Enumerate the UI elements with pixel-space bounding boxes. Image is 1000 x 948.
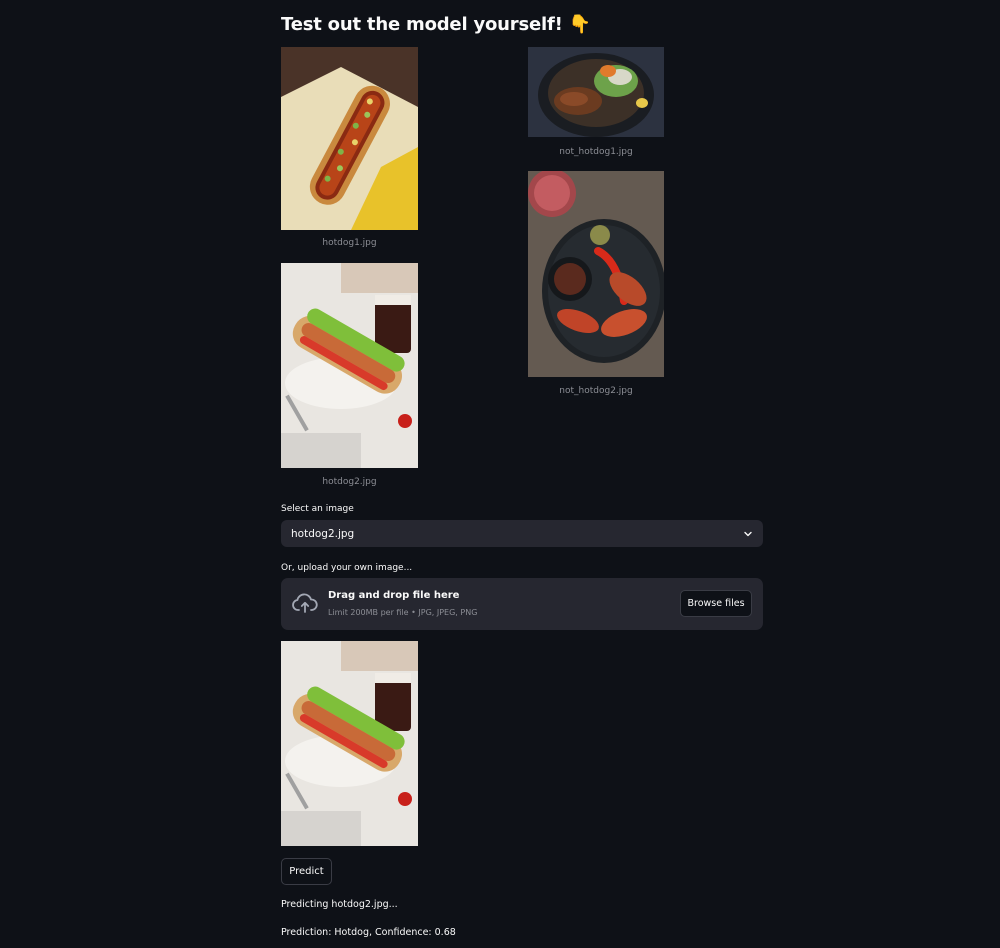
not-hotdog1-image <box>528 47 664 137</box>
image-select-value: hotdog2.jpg <box>291 527 355 540</box>
dropzone-title: Drag and drop file here <box>328 590 460 601</box>
hotdog2-caption: hotdog2.jpg <box>322 477 377 487</box>
hotdog2-image <box>281 263 418 468</box>
upload-label: Or, upload your own image... <box>281 563 413 573</box>
page-title: Test out the model yourself! 👇 <box>281 14 591 35</box>
not-hotdog2-image <box>528 171 664 377</box>
prediction-result: Prediction: Hotdog, Confidence: 0.68 <box>281 927 456 938</box>
file-dropzone[interactable]: Drag and drop file here Limit 200MB per … <box>281 578 763 630</box>
chevron-down-icon[interactable] <box>743 529 753 539</box>
dropzone-subtitle: Limit 200MB per file • JPG, JPEG, PNG <box>328 608 478 617</box>
selected-image-preview <box>281 641 418 846</box>
select-label: Select an image <box>281 504 354 514</box>
hotdog1-caption: hotdog1.jpg <box>322 238 377 248</box>
image-select[interactable]: hotdog2.jpg <box>281 520 763 547</box>
hotdog1-image <box>281 47 418 230</box>
predict-button[interactable]: Predict <box>281 858 332 885</box>
not-hotdog1-caption: not_hotdog1.jpg <box>559 147 633 157</box>
cloud-upload-icon <box>292 592 318 616</box>
browse-files-button[interactable]: Browse files <box>680 590 752 617</box>
predicting-status: Predicting hotdog2.jpg... <box>281 899 398 910</box>
app-page: Test out the model yourself! 👇 hotdog1.j… <box>0 0 1000 948</box>
not-hotdog2-caption: not_hotdog2.jpg <box>559 386 633 396</box>
